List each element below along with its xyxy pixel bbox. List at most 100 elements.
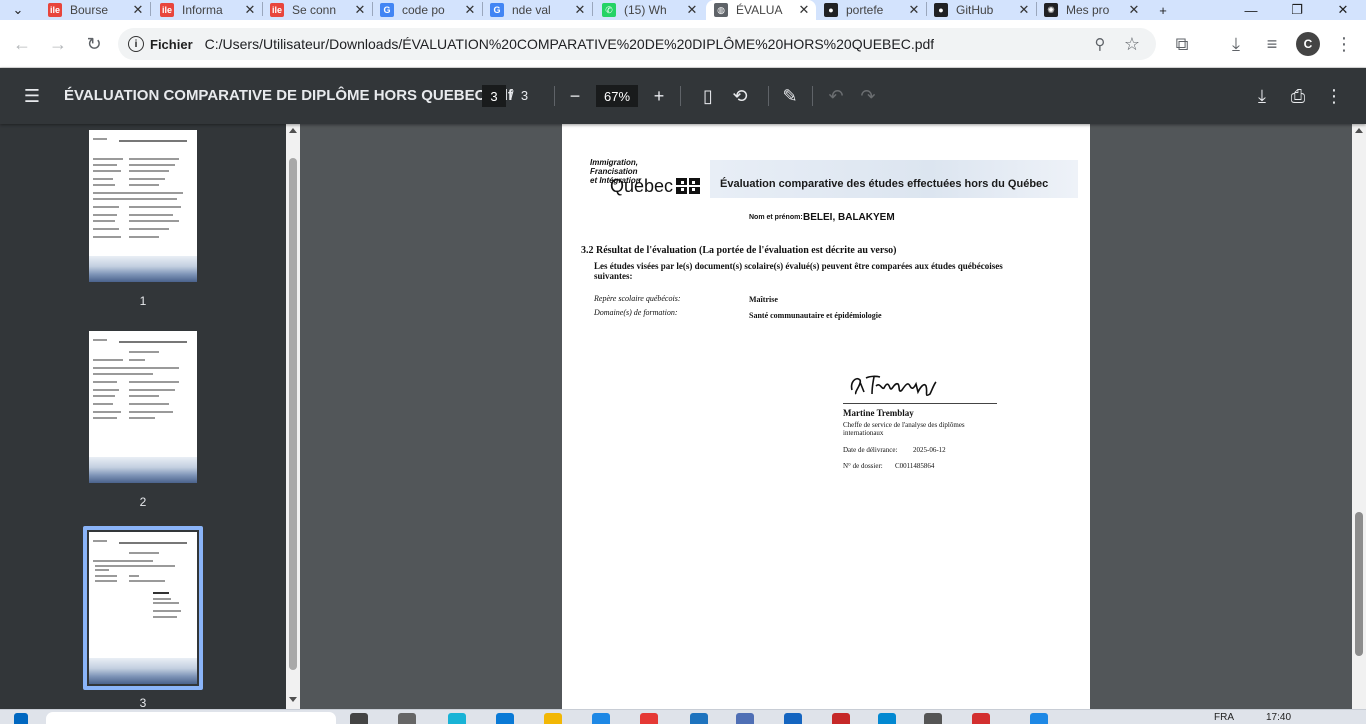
sidebar-toggle-button[interactable]: ☰ xyxy=(18,82,46,110)
scroll-up-arrow[interactable] xyxy=(289,128,297,133)
url-text[interactable]: C:/Users/Utilisateur/Downloads/ÉVALUATIO… xyxy=(205,36,935,52)
app-icon[interactable] xyxy=(878,713,896,724)
browser-tab[interactable]: Gnde val ✕ xyxy=(482,0,592,20)
pdf-more-button[interactable]: ⋮ xyxy=(1320,82,1348,110)
bourse-icon: ile xyxy=(160,3,174,17)
tab-title: Se conn xyxy=(292,3,337,17)
browser-tab[interactable]: Gcode po ✕ xyxy=(372,0,482,20)
logo-line: Francisation xyxy=(590,167,638,176)
thumbnail-sidebar: 1 2 3 xyxy=(0,124,300,709)
page-number-input[interactable]: 3 xyxy=(482,85,506,107)
chrome-icon[interactable] xyxy=(640,713,658,724)
close-tab-icon[interactable]: ✕ xyxy=(906,2,922,18)
rotate-button[interactable]: ⟲ xyxy=(726,82,754,110)
sidebar-scrollbar[interactable] xyxy=(286,124,300,709)
reload-button[interactable]: ↻ xyxy=(80,30,108,58)
undo-icon: ↶ xyxy=(828,85,844,106)
star-icon: ☆ xyxy=(1123,33,1141,54)
redo-button[interactable]: ↷ xyxy=(854,82,882,110)
bookmark-button[interactable]: ☆ xyxy=(1120,32,1144,56)
edge-icon[interactable] xyxy=(448,713,466,724)
tab-strip: ⌄ ile Bourse ✕ ile Informa ✕ ile Se conn ✕ Gcode … xyxy=(0,0,1366,20)
address-bar[interactable]: i Fichier C:/Users/Utilisateur/Downloads… xyxy=(118,28,1156,60)
store-icon[interactable] xyxy=(496,713,514,724)
thumbnail-label: 2 xyxy=(139,495,147,509)
scroll-up-arrow[interactable] xyxy=(1355,128,1363,133)
printer-icon: ⎙ xyxy=(1290,85,1306,106)
app-icon[interactable] xyxy=(736,713,754,724)
page-thumbnail-2[interactable] xyxy=(89,331,197,483)
page-thumbnail-3-selected[interactable] xyxy=(83,526,203,690)
close-tab-icon[interactable]: ✕ xyxy=(352,2,368,18)
taskbar-search[interactable] xyxy=(46,712,336,724)
tab-search-button[interactable]: ⌄ xyxy=(0,0,36,20)
viewer-scrollbar-thumb[interactable] xyxy=(1355,512,1363,656)
zoom-in-button[interactable]: + xyxy=(645,82,673,110)
site-info-label: Fichier xyxy=(150,36,193,52)
scroll-down-arrow[interactable] xyxy=(289,697,297,702)
media-button[interactable]: ≡ xyxy=(1258,30,1286,58)
browser-menu-button[interactable]: ⋮ xyxy=(1330,30,1358,58)
app-icon[interactable] xyxy=(924,713,942,724)
print-button[interactable]: ⎙ xyxy=(1284,82,1312,110)
close-tab-icon[interactable]: ✕ xyxy=(572,2,588,18)
zoom-out-button[interactable]: − xyxy=(561,82,589,110)
thumbnail-label: 3 xyxy=(139,696,147,709)
download-button[interactable]: ⤓ xyxy=(1248,82,1276,110)
maximize-button[interactable]: ❐ xyxy=(1274,0,1320,20)
draw-button[interactable]: ✎ xyxy=(776,82,804,110)
dossier-label: N° de dossier: xyxy=(843,462,883,470)
browser-tab[interactable]: ile Se conn ✕ xyxy=(262,0,372,20)
minimize-button[interactable]: — xyxy=(1228,0,1274,20)
page-thumbnail-1[interactable] xyxy=(89,130,197,282)
extensions-button[interactable]: ⧉ xyxy=(1168,30,1196,58)
back-button[interactable]: ← xyxy=(8,30,36,58)
mail-icon[interactable] xyxy=(592,713,610,724)
sidebar-scrollbar-thumb[interactable] xyxy=(289,158,297,670)
browser-tab[interactable]: ✆ (15) Wh ✕ xyxy=(594,0,704,20)
viewer-scrollbar[interactable] xyxy=(1352,124,1366,709)
name-value: BELEI, BALAKYEM xyxy=(803,212,895,223)
zoom-input[interactable]: 67% xyxy=(596,85,638,107)
rotate-icon: ⟲ xyxy=(732,85,748,106)
logo-line: Immigration, xyxy=(590,158,639,167)
start-icon[interactable] xyxy=(14,713,28,724)
new-tab-button[interactable]: + xyxy=(1140,0,1186,20)
forward-button[interactable]: → xyxy=(44,30,72,58)
windows-taskbar: FRA 17:40 xyxy=(0,709,1366,724)
domaine-label: Domaine(s) de formation: xyxy=(594,308,678,317)
app-icon[interactable] xyxy=(784,713,802,724)
profile-avatar[interactable]: C xyxy=(1296,32,1320,56)
browser-tab[interactable]: ◍ ÉVALUA ✕ xyxy=(706,0,816,20)
page-count: / 3 xyxy=(510,88,528,103)
undo-button[interactable]: ↶ xyxy=(822,82,850,110)
browser-tab[interactable]: ● portefe ✕ xyxy=(816,0,926,20)
site-info-chip[interactable]: i Fichier xyxy=(124,32,201,56)
vscode-icon[interactable] xyxy=(690,713,708,724)
divider xyxy=(812,86,813,106)
close-tab-icon[interactable]: ✕ xyxy=(462,2,478,18)
close-tab-icon[interactable]: ✕ xyxy=(796,2,812,18)
fit-page-button[interactable]: ▯ xyxy=(694,82,722,110)
close-tab-icon[interactable]: ✕ xyxy=(1016,2,1032,18)
zoom-indicator-button[interactable]: ⚲ xyxy=(1088,32,1112,56)
close-window-button[interactable]: ✕ xyxy=(1320,0,1366,20)
browser-tab[interactable]: ile Bourse ✕ xyxy=(40,0,150,20)
close-tab-icon[interactable]: ✕ xyxy=(130,2,146,18)
browser-tab[interactable]: ile Informa ✕ xyxy=(152,0,262,20)
folder-icon[interactable] xyxy=(544,713,562,724)
task-view-icon[interactable] xyxy=(350,713,368,724)
browser-tab[interactable]: ✺ Mes pro ✕ xyxy=(1036,0,1146,20)
close-tab-icon[interactable]: ✕ xyxy=(684,2,700,18)
browser-tab[interactable]: ● GitHub ✕ xyxy=(926,0,1036,20)
widgets-icon[interactable] xyxy=(398,713,416,724)
app-icon[interactable] xyxy=(972,713,990,724)
downloads-button[interactable]: ⤓ xyxy=(1222,30,1250,58)
app-icon[interactable] xyxy=(1030,713,1048,724)
app-icon[interactable] xyxy=(832,713,850,724)
close-tab-icon[interactable]: ✕ xyxy=(242,2,258,18)
pen-icon: ✎ xyxy=(782,85,798,106)
language-indicator[interactable]: FRA xyxy=(1214,712,1234,723)
kebab-menu-icon: ⋮ xyxy=(1325,85,1343,106)
clock[interactable]: 17:40 xyxy=(1266,712,1291,723)
